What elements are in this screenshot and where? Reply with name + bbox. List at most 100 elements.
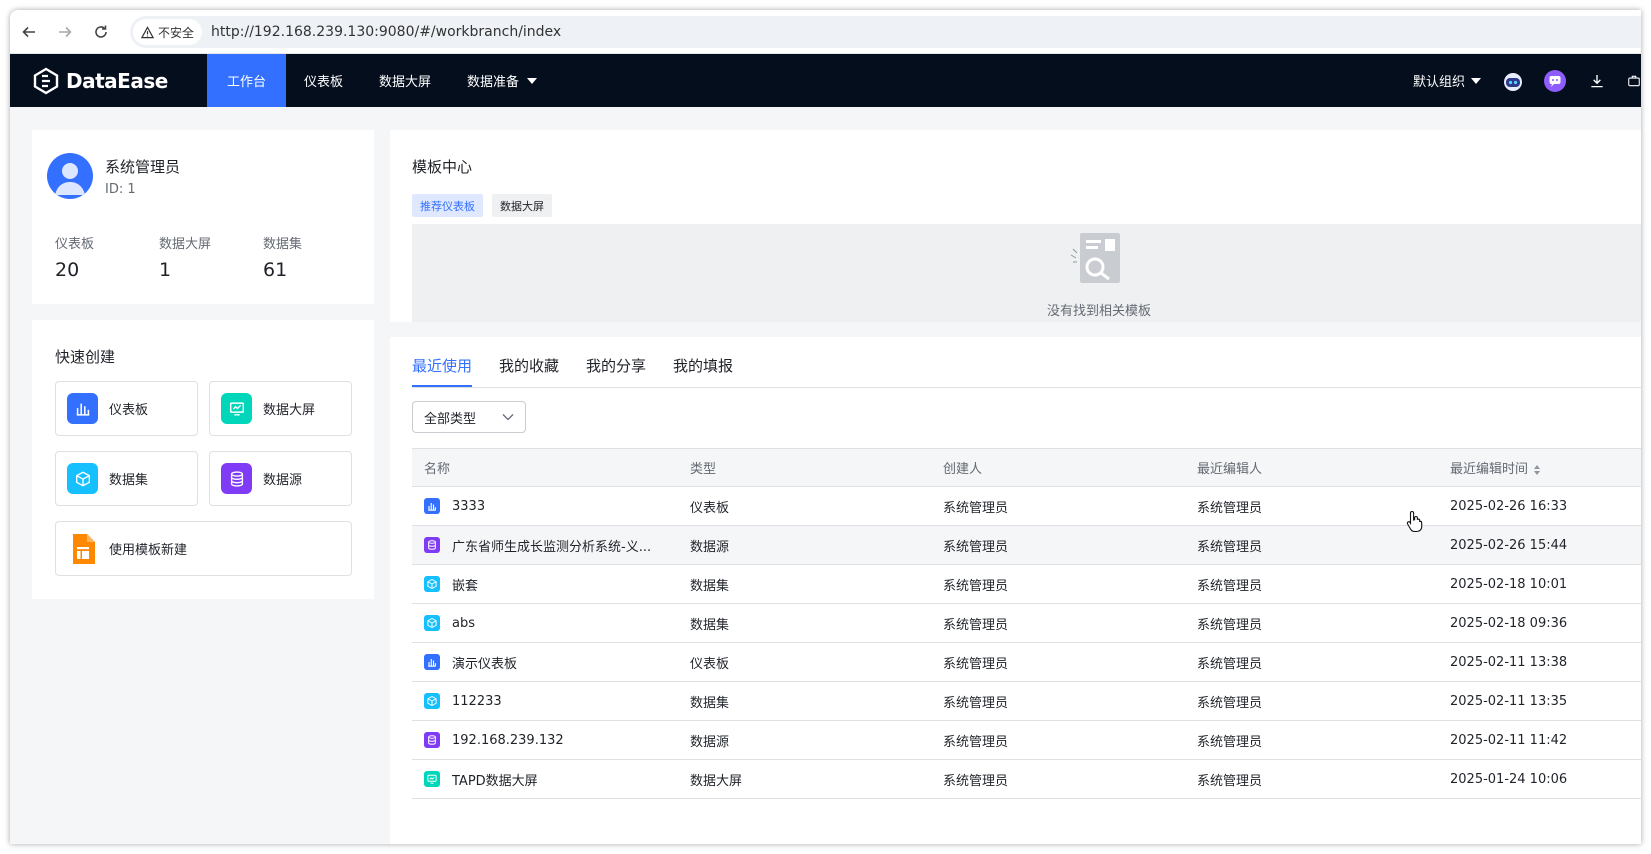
more-button[interactable]	[1627, 69, 1641, 93]
reload-button[interactable]	[84, 15, 118, 49]
cell-type: 数据源	[678, 720, 931, 760]
cell-name[interactable]: 演示仪表板	[412, 642, 678, 682]
row-name[interactable]: 嵌套	[452, 575, 478, 594]
row-name[interactable]: 演示仪表板	[452, 653, 517, 672]
tag-data-screen[interactable]: 数据大屏	[492, 194, 552, 217]
template-icon	[67, 533, 98, 564]
copilot-button[interactable]	[1543, 69, 1567, 93]
datasource-icon	[221, 463, 252, 494]
table-row[interactable]: TAPD数据大屏 数据大屏 系统管理员 系统管理员 2025-01-24 10:06	[412, 759, 1641, 799]
empty-search-icon	[1070, 233, 1120, 283]
caret-down-icon	[1471, 77, 1481, 84]
stat-label: 数据集	[263, 237, 303, 252]
table-row[interactable]: 广东省师生成长监测分析系统-义... 数据源 系统管理员 系统管理员 2025-02-2…	[412, 525, 1641, 565]
dataset-icon	[67, 463, 98, 494]
nav-data-prep-label: 数据准备	[467, 75, 520, 90]
app-header: DataEase 工作台 仪表板 数据大屏 数据准备 默认组织	[10, 54, 1641, 107]
tag-recommended-dashboard[interactable]: 推荐仪表板	[412, 194, 483, 217]
cell-name[interactable]: 广东省师生成长监测分析系统-义...	[412, 525, 678, 565]
back-button[interactable]	[12, 15, 46, 49]
quick-create-card: 快速创建 仪表板 数据大屏 数据集 数据源 使用模板新建	[32, 320, 374, 599]
table-row[interactable]: 3333 仪表板 系统管理员 系统管理员 2025-02-26 16:33	[412, 486, 1641, 526]
cell-editor: 系统管理员	[1185, 525, 1438, 565]
cell-editor: 系统管理员	[1185, 720, 1438, 760]
screen-icon	[424, 771, 440, 787]
stat-datasets: 数据集 61	[263, 233, 302, 281]
stat-value: 1	[159, 259, 172, 281]
table-row[interactable]: 演示仪表板 仪表板 系统管理员 系统管理员 2025-02-11 13:38	[412, 642, 1641, 682]
user-id: ID: 1	[105, 182, 136, 197]
stat-dashboards: 仪表板 20	[55, 233, 94, 281]
create-datasource-label: 数据源	[263, 473, 303, 488]
nav-dashboard-label: 仪表板	[304, 75, 344, 90]
row-name[interactable]: 112233	[452, 694, 502, 709]
create-screen-button[interactable]: 数据大屏	[209, 381, 352, 436]
download-button[interactable]	[1585, 69, 1609, 93]
cell-time: 2025-02-18 09:36	[1438, 603, 1641, 643]
cell-editor: 系统管理员	[1185, 603, 1438, 643]
row-name[interactable]: 广东省师生成长监测分析系统-义...	[452, 536, 651, 555]
nav-dashboard[interactable]: 仪表板	[286, 54, 361, 107]
hand-cursor-icon	[1406, 510, 1423, 533]
create-dashboard-button[interactable]: 仪表板	[55, 381, 198, 436]
url-text[interactable]: http://192.168.239.130:9080/#/workbranch…	[211, 24, 561, 40]
cell-creator: 系统管理员	[931, 720, 1185, 760]
nav-data-screen[interactable]: 数据大屏	[361, 54, 449, 107]
stat-data-screens: 数据大屏 1	[159, 233, 211, 281]
col-last-edit-time[interactable]: 最近编辑时间	[1438, 448, 1641, 487]
cell-name[interactable]: TAPD数据大屏	[412, 759, 678, 799]
cell-creator: 系统管理员	[931, 603, 1185, 643]
template-empty-text: 没有找到相关模板	[1047, 304, 1152, 319]
cell-type: 仪表板	[678, 642, 931, 682]
table-row[interactable]: 112233 数据集 系统管理员 系统管理员 2025-02-11 13:35	[412, 681, 1641, 721]
address-bar[interactable]: 不安全 http://192.168.239.130:9080/#/workbr…	[130, 16, 1641, 48]
row-name[interactable]: 192.168.239.132	[452, 733, 564, 748]
cell-type: 数据集	[678, 681, 931, 721]
browser-window: 不安全 http://192.168.239.130:9080/#/workbr…	[10, 10, 1641, 844]
top-nav: 工作台 仪表板 数据大屏 数据准备	[207, 54, 555, 107]
cell-name[interactable]: 3333	[412, 486, 678, 526]
create-from-template-button[interactable]: 使用模板新建	[55, 521, 352, 576]
cell-creator: 系统管理员	[931, 525, 1185, 565]
col-last-edit-time-label: 最近编辑时间	[1450, 462, 1529, 477]
col-creator: 创建人	[931, 448, 1185, 487]
table-row[interactable]: 嵌套 数据集 系统管理员 系统管理员 2025-02-18 10:01	[412, 564, 1641, 604]
cell-time: 2025-01-24 10:06	[1438, 759, 1641, 799]
header-right: 默认组织	[1413, 54, 1641, 107]
tab-fill-reports[interactable]: 我的填报	[673, 355, 733, 387]
avatar	[47, 153, 93, 199]
cell-type: 仪表板	[678, 486, 931, 526]
cell-name[interactable]: abs	[412, 603, 678, 643]
app-logo[interactable]: DataEase	[32, 67, 207, 95]
tab-favorites[interactable]: 我的收藏	[499, 355, 559, 387]
create-from-template-label: 使用模板新建	[109, 543, 188, 558]
cell-type: 数据大屏	[678, 759, 931, 799]
nav-data-prep[interactable]: 数据准备	[449, 54, 555, 107]
tab-shares[interactable]: 我的分享	[586, 355, 646, 387]
tab-recent[interactable]: 最近使用	[412, 355, 473, 387]
dashboard-icon	[424, 498, 440, 514]
recent-tabs: 最近使用 我的收藏 我的分享 我的填报	[412, 355, 760, 387]
create-dataset-button[interactable]: 数据集	[55, 451, 198, 506]
row-name[interactable]: TAPD数据大屏	[452, 770, 538, 789]
ai-robot-button[interactable]	[1501, 69, 1525, 93]
cell-time: 2025-02-11 11:42	[1438, 720, 1641, 760]
arrow-right-icon	[59, 26, 72, 37]
table-row[interactable]: 192.168.239.132 数据源 系统管理员 系统管理员 2025-02-11 1…	[412, 720, 1641, 760]
cell-editor: 系统管理员	[1185, 642, 1438, 682]
type-filter-select[interactable]: 全部类型	[412, 401, 526, 433]
nav-workbench[interactable]: 工作台	[207, 54, 287, 107]
cell-name[interactable]: 112233	[412, 681, 678, 721]
user-card: 系统管理员 ID: 1 仪表板 20 数据大屏 1 数据集 61	[32, 130, 374, 304]
org-switcher[interactable]: 默认组织	[1413, 71, 1481, 90]
security-chip[interactable]: 不安全	[133, 19, 203, 45]
cell-name[interactable]: 192.168.239.132	[412, 720, 678, 760]
forward-button[interactable]	[48, 15, 82, 49]
warning-icon	[141, 25, 154, 38]
create-datasource-button[interactable]: 数据源	[209, 451, 352, 506]
sort-icon[interactable]	[1533, 464, 1541, 476]
row-name[interactable]: 3333	[452, 499, 485, 514]
table-row[interactable]: abs 数据集 系统管理员 系统管理员 2025-02-18 09:36	[412, 603, 1641, 643]
row-name[interactable]: abs	[452, 616, 475, 631]
cell-name[interactable]: 嵌套	[412, 564, 678, 604]
